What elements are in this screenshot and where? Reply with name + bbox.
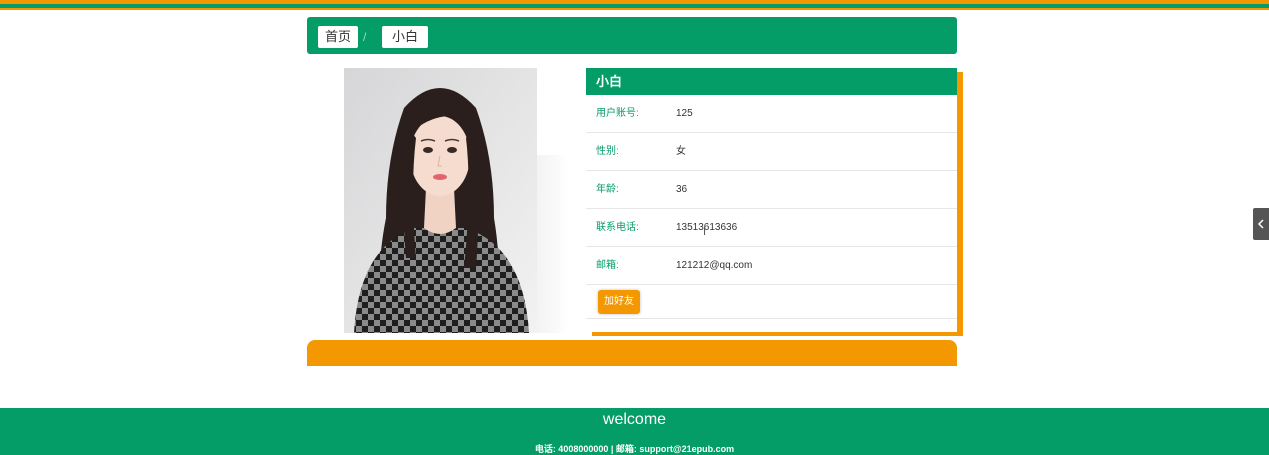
info-row-account: 用户账号: 125 [586, 95, 957, 133]
info-row-phone: 联系电话: 13513613636 [586, 209, 957, 247]
content-section-bar [307, 340, 957, 366]
info-row-age: 年龄: 36 [586, 171, 957, 209]
breadcrumb-separator: / [363, 30, 367, 44]
add-friend-button[interactable]: 加好友 [598, 290, 640, 314]
breadcrumb: 首页 / 小白 [307, 17, 957, 54]
text-cursor-icon: I [703, 226, 707, 238]
account-value: 125 [676, 108, 693, 119]
profile-info-card: 小白 用户账号: 125 性别: 女 年龄: 36 联系电话: 13513613… [586, 68, 957, 332]
age-label: 年龄: [596, 184, 619, 195]
phone-value: 13513613636 [676, 222, 738, 233]
phone-label: 联系电话: [596, 222, 639, 233]
side-panel-toggle[interactable] [1253, 208, 1269, 240]
info-row-email: 邮箱: 121212@qq.com [586, 247, 957, 285]
action-row: 加好友 [586, 285, 957, 319]
gender-label: 性别: [596, 146, 619, 157]
profile-photo [344, 68, 537, 333]
footer-contact: 电话: 4008000000 | 邮箱: support@21epub.com [534, 444, 735, 454]
info-row-gender: 性别: 女 [586, 133, 957, 171]
footer: welcome 电话: 4008000000 | 邮箱: support@21e… [0, 408, 1269, 455]
age-value: 36 [676, 184, 688, 195]
email-label: 邮箱: [596, 260, 619, 271]
profile-photo-image [344, 68, 537, 333]
footer-title: welcome [602, 411, 667, 428]
email-value: 121212@qq.com [676, 260, 753, 271]
photo-shadow [537, 155, 570, 333]
breadcrumb-home-link[interactable]: 首页 [318, 26, 359, 48]
gender-value: 女 [676, 146, 686, 157]
profile-name-header: 小白 [586, 68, 957, 95]
breadcrumb-current[interactable]: 小白 [382, 26, 429, 48]
account-label: 用户账号: [596, 108, 639, 119]
chevron-left-icon [1257, 219, 1264, 229]
top-stripe-orange-bottom [0, 8, 1269, 10]
